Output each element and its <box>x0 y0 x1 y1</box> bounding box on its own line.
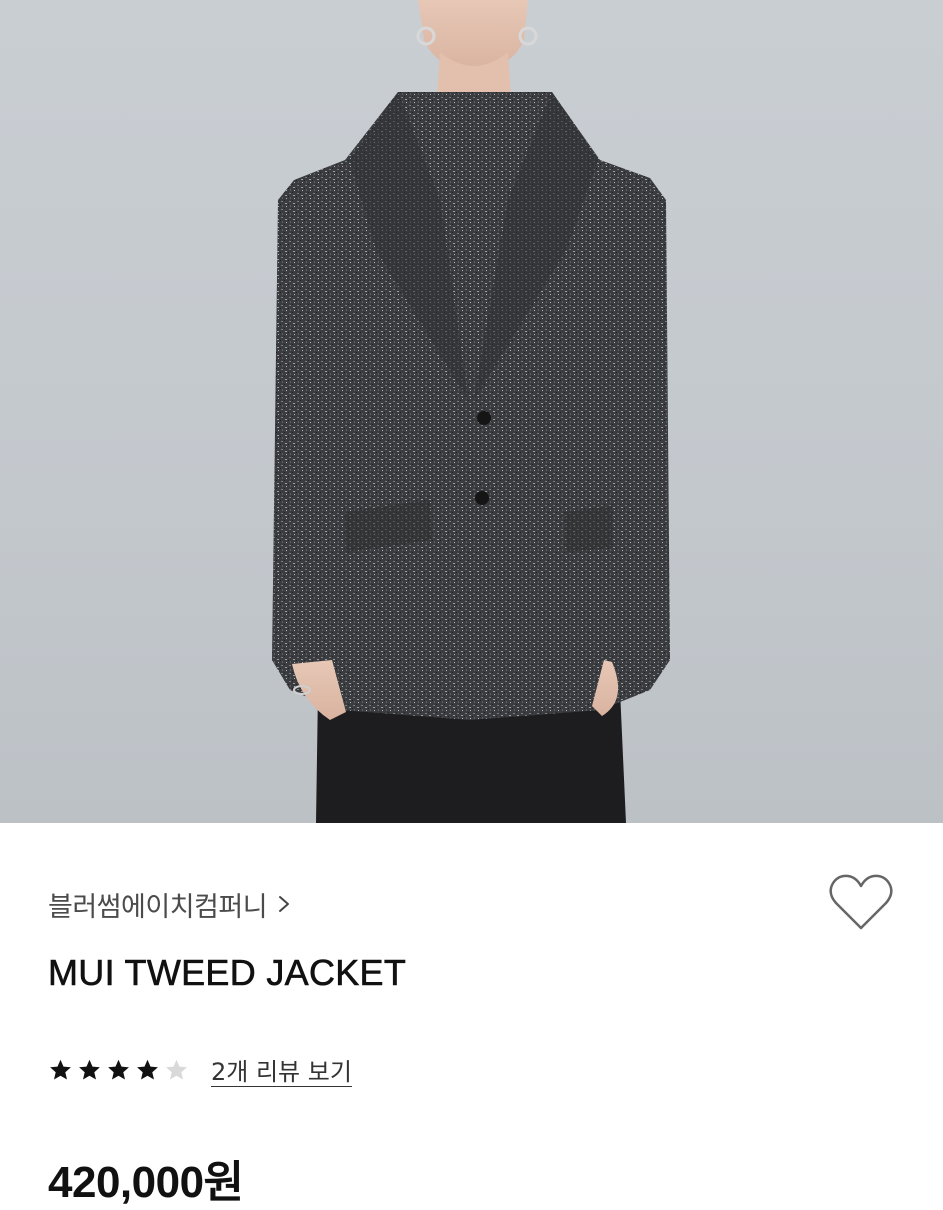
brand-name: 블러썸에이치컴퍼니 <box>48 891 268 923</box>
star-rating <box>48 1058 193 1082</box>
star-filled-icon <box>50 1059 71 1079</box>
product-image[interactable] <box>0 0 943 823</box>
like-button[interactable] <box>828 872 894 934</box>
rating-row: 2개 리뷰 보기 <box>48 1052 352 1087</box>
star-empty-icon <box>166 1059 187 1079</box>
review-link[interactable]: 2개 리뷰 보기 <box>211 1052 352 1087</box>
brand-link[interactable]: 블러썸에이치컴퍼니 <box>48 882 291 926</box>
star-filled-icon <box>137 1059 158 1079</box>
star-filled-icon <box>108 1059 129 1079</box>
product-price: 420,000원 <box>48 1158 244 1207</box>
product-title: MUI TWEED JACKET <box>48 952 407 994</box>
chevron-right-icon <box>279 896 290 912</box>
product-photo-tweed-jacket <box>272 0 670 823</box>
heart-outline-icon <box>829 874 893 930</box>
star-filled-icon <box>79 1059 100 1079</box>
